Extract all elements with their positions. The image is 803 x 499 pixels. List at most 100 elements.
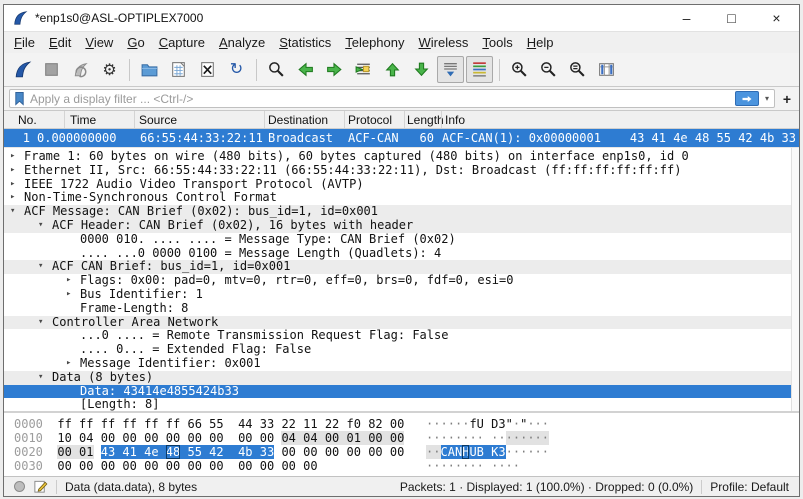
- column-separator[interactable]: [344, 111, 345, 128]
- hex-byte[interactable]: 41: [122, 445, 136, 459]
- details-scrollbar[interactable]: [791, 148, 799, 411]
- save-file-icon[interactable]: [165, 56, 192, 83]
- detail-row[interactable]: ▾ACF Message: CAN Brief (0x02): bus_id=1…: [4, 205, 799, 219]
- detail-row[interactable]: ▸Flags: 0x00: pad=0, mtv=0, rtr=0, eff=0…: [4, 274, 799, 288]
- detail-row[interactable]: ▸IEEE 1722 Audio Video Transport Protoco…: [4, 178, 799, 192]
- hex-byte[interactable]: 00: [101, 459, 115, 473]
- hex-byte[interactable]: 11: [303, 417, 317, 431]
- hex-byte[interactable]: 01: [347, 431, 361, 445]
- expander-collapsed-icon[interactable]: ▸: [10, 164, 15, 178]
- hex-ascii-char[interactable]: 3: [498, 445, 505, 459]
- expander-collapsed-icon[interactable]: ▸: [66, 274, 71, 288]
- hex-byte[interactable]: 43: [101, 445, 115, 459]
- hex-byte[interactable]: f0: [347, 417, 361, 431]
- column-header[interactable]: Info: [445, 113, 465, 127]
- detail-row[interactable]: Frame-Length: 8: [4, 302, 799, 316]
- hex-byte[interactable]: 82: [368, 417, 382, 431]
- hex-ascii-char[interactable]: ·: [513, 445, 520, 459]
- detail-row[interactable]: ▾ACF CAN Brief: bus_id=1, id=0x001: [4, 260, 799, 274]
- menu-tools[interactable]: Tools: [475, 33, 519, 52]
- detail-row[interactable]: ▸Message Identifier: 0x001: [4, 357, 799, 371]
- hex-ascii-char[interactable]: ·: [433, 445, 440, 459]
- column-header[interactable]: Source: [139, 113, 177, 127]
- hex-byte[interactable]: 33: [260, 445, 274, 459]
- expander-collapsed-icon[interactable]: ▸: [10, 150, 15, 164]
- expander-expanded-icon[interactable]: ▾: [38, 219, 43, 233]
- close-button[interactable]: ×: [754, 5, 799, 31]
- detail-row[interactable]: .... ...0 0000 0100 = Message Length (Qu…: [4, 247, 799, 261]
- hex-byte[interactable]: 00: [390, 445, 404, 459]
- hex-ascii-char[interactable]: ·: [527, 417, 534, 431]
- hex-byte[interactable]: 00: [187, 431, 201, 445]
- hex-line[interactable]: 0000 ff ff ff ff ff ff 66 55 44 33 22 11…: [14, 417, 799, 431]
- hex-ascii-char[interactable]: ·: [477, 459, 484, 473]
- hex-byte[interactable]: ff: [57, 417, 71, 431]
- resize-columns-icon[interactable]: [593, 56, 620, 83]
- expert-info-icon[interactable]: [14, 481, 25, 492]
- hex-ascii-char[interactable]: ·: [542, 431, 549, 445]
- hex-ascii-char[interactable]: ": [506, 417, 513, 431]
- hex-byte[interactable]: 42: [209, 445, 223, 459]
- hex-ascii-char[interactable]: ·: [448, 431, 455, 445]
- hex-byte[interactable]: 01: [79, 445, 93, 459]
- hex-byte[interactable]: 00: [209, 459, 223, 473]
- hex-ascii-char[interactable]: ·: [448, 417, 455, 431]
- detail-row[interactable]: ▾ACF Header: CAN Brief (0x02), 16 bytes …: [4, 219, 799, 233]
- menu-statistics[interactable]: Statistics: [272, 33, 338, 52]
- menu-wireless[interactable]: Wireless: [412, 33, 476, 52]
- hex-byte[interactable]: 00: [144, 431, 158, 445]
- hex-byte[interactable]: 10: [57, 431, 71, 445]
- go-back-icon[interactable]: [292, 56, 319, 83]
- hex-byte[interactable]: 00: [368, 431, 382, 445]
- hex-byte[interactable]: 00: [325, 431, 339, 445]
- hex-byte[interactable]: 55: [187, 445, 201, 459]
- detail-row[interactable]: ▸Bus Identifier: 1: [4, 288, 799, 302]
- go-last-icon[interactable]: [408, 56, 435, 83]
- hex-byte[interactable]: 4e: [144, 445, 158, 459]
- hex-ascii-char[interactable]: ·: [441, 431, 448, 445]
- detail-row[interactable]: ▸Non-Time-Synchronous Control Format: [4, 191, 799, 205]
- hex-ascii-char[interactable]: 3: [498, 417, 505, 431]
- column-header[interactable]: Time: [70, 113, 96, 127]
- hex-byte[interactable]: ff: [79, 417, 93, 431]
- go-to-packet-icon[interactable]: [350, 56, 377, 83]
- hex-line[interactable]: 0030 00 00 00 00 00 00 00 00 00 00 00 00…: [14, 459, 799, 473]
- column-separator[interactable]: [134, 111, 135, 128]
- hex-byte[interactable]: 48: [166, 445, 180, 459]
- hex-dump-pane[interactable]: 0000 ff ff ff ff ff ff 66 55 44 33 22 11…: [4, 413, 799, 476]
- hex-byte[interactable]: 00: [281, 459, 295, 473]
- hex-byte[interactable]: 00: [390, 417, 404, 431]
- capture-stop-icon[interactable]: [38, 56, 65, 83]
- column-separator[interactable]: [404, 111, 405, 128]
- column-separator[interactable]: [441, 111, 442, 128]
- hex-byte[interactable]: 00: [144, 459, 158, 473]
- hex-byte[interactable]: 33: [260, 417, 274, 431]
- hex-byte[interactable]: 00: [122, 431, 136, 445]
- expander-expanded-icon[interactable]: ▾: [38, 316, 43, 330]
- menu-view[interactable]: View: [78, 33, 120, 52]
- column-header[interactable]: No.: [18, 113, 37, 127]
- column-header[interactable]: Destination: [268, 113, 328, 127]
- detail-row[interactable]: ▾Data (8 bytes): [4, 371, 799, 385]
- hex-ascii-char[interactable]: ·: [469, 431, 476, 445]
- hex-line[interactable]: 0020 00 01 43 41 4e 48 55 42 4b 33 00 00…: [14, 445, 799, 459]
- menu-telephony[interactable]: Telephony: [338, 33, 411, 52]
- detail-row[interactable]: ...0 .... = Remote Transmission Request …: [4, 329, 799, 343]
- hex-byte[interactable]: 00: [303, 459, 317, 473]
- hex-byte[interactable]: 00: [122, 459, 136, 473]
- hex-byte[interactable]: 66: [187, 417, 201, 431]
- hex-ascii-char[interactable]: C: [441, 445, 448, 459]
- hex-byte[interactable]: 00: [166, 431, 180, 445]
- zoom-out-icon[interactable]: [535, 56, 562, 83]
- close-file-icon[interactable]: [194, 56, 221, 83]
- hex-byte[interactable]: 00: [281, 445, 295, 459]
- hex-ascii-char[interactable]: ·: [535, 445, 542, 459]
- bookmark-icon[interactable]: [13, 91, 26, 106]
- hex-byte[interactable]: ff: [122, 417, 136, 431]
- hex-byte[interactable]: ff: [101, 417, 115, 431]
- capture-comment-icon[interactable]: [33, 479, 48, 494]
- hex-ascii-char[interactable]: ·: [433, 431, 440, 445]
- expander-collapsed-icon[interactable]: ▸: [10, 178, 15, 192]
- hex-byte[interactable]: 04: [303, 431, 317, 445]
- expander-expanded-icon[interactable]: ▾: [38, 260, 43, 274]
